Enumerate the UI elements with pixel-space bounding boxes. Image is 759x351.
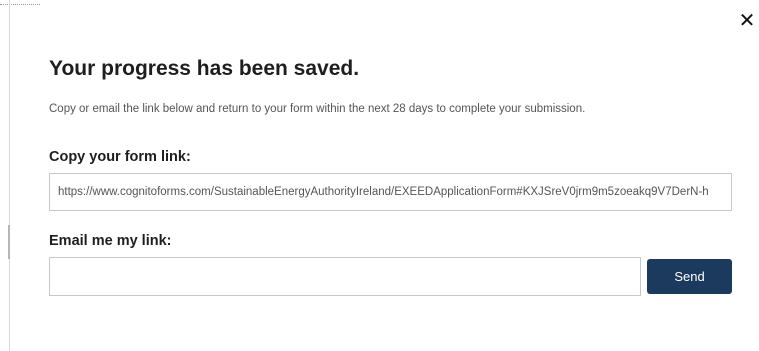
backdrop-edge-left	[9, 0, 10, 351]
save-progress-dialog: ✕ Your progress has been saved. Copy or …	[0, 0, 759, 351]
copy-link-label: Copy your form link:	[49, 149, 191, 165]
dialog-title: Your progress has been saved.	[49, 57, 360, 80]
dialog-instructions: Copy or email the link below and return …	[49, 103, 586, 115]
form-link-field[interactable]: https://www.cognitoforms.com/Sustainable…	[49, 173, 732, 211]
email-link-label: Email me my link:	[49, 233, 172, 249]
backdrop-edge-mark	[8, 225, 10, 259]
send-button[interactable]: Send	[647, 259, 732, 294]
email-input[interactable]	[49, 257, 641, 296]
backdrop-edge-top	[0, 0, 40, 5]
close-icon[interactable]: ✕	[737, 9, 757, 33]
